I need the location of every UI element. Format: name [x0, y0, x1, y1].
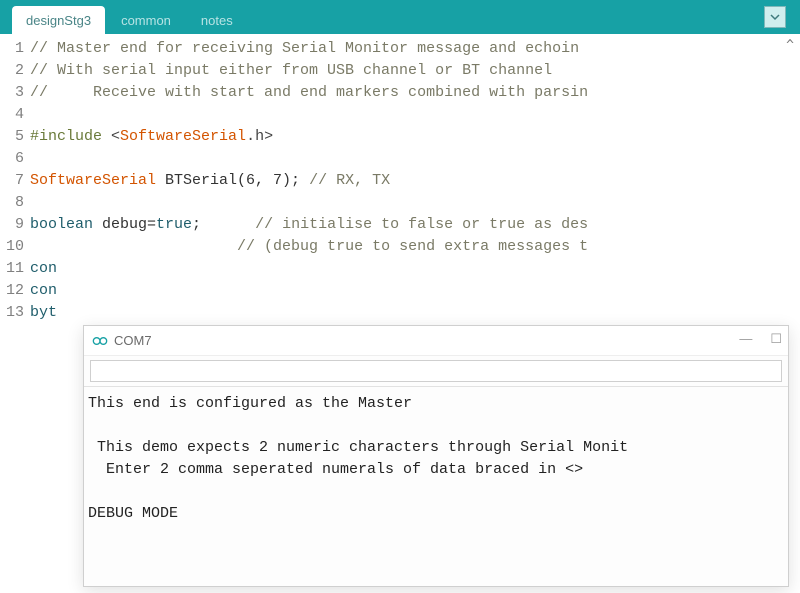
line-number: 8 — [0, 192, 30, 214]
code-line[interactable]: 11con — [0, 258, 800, 280]
line-number: 7 — [0, 170, 30, 192]
line-content[interactable]: boolean debug=true; // initialise to fal… — [30, 214, 588, 236]
line-content[interactable]: SoftwareSerial BTSerial(6, 7); // RX, TX — [30, 170, 390, 192]
code-line[interactable]: 2// With serial input either from USB ch… — [0, 60, 800, 82]
serial-input[interactable] — [90, 360, 782, 382]
tab-bar: designStg3commonnotes — [0, 0, 800, 34]
minimize-button[interactable]: — — [739, 331, 752, 347]
line-number: 12 — [0, 280, 30, 302]
code-line[interactable]: 8 — [0, 192, 800, 214]
line-content[interactable]: #include <SoftwareSerial.h> — [30, 126, 273, 148]
code-line[interactable]: 12con — [0, 280, 800, 302]
line-content[interactable]: // With serial input either from USB cha… — [30, 60, 552, 82]
line-number: 13 — [0, 302, 30, 324]
arduino-icon — [92, 333, 108, 349]
code-line[interactable]: 6 — [0, 148, 800, 170]
serial-titlebar[interactable]: COM7 — ☐ — [84, 326, 788, 356]
code-line[interactable]: 1// Master end for receiving Serial Moni… — [0, 38, 800, 60]
serial-output: This end is configured as the Master Thi… — [84, 386, 788, 525]
line-content[interactable]: // (debug true to send extra messages t — [30, 236, 588, 258]
code-line[interactable]: 5#include <SoftwareSerial.h> — [0, 126, 800, 148]
line-number: 4 — [0, 104, 30, 126]
line-number: 9 — [0, 214, 30, 236]
line-number: 5 — [0, 126, 30, 148]
tab-common[interactable]: common — [107, 6, 185, 34]
tab-menu-dropdown[interactable] — [764, 6, 786, 28]
code-line[interactable]: 13byt — [0, 302, 800, 324]
line-number: 3 — [0, 82, 30, 104]
code-line[interactable]: 9boolean debug=true; // initialise to fa… — [0, 214, 800, 236]
line-number: 2 — [0, 60, 30, 82]
chevron-down-icon — [770, 12, 780, 22]
serial-monitor-window: COM7 — ☐ This end is configured as the M… — [83, 325, 789, 587]
line-content[interactable]: con — [30, 258, 57, 280]
line-number: 1 — [0, 38, 30, 60]
code-line[interactable]: 10 // (debug true to send extra messages… — [0, 236, 800, 258]
code-area[interactable]: 1// Master end for receiving Serial Moni… — [0, 34, 800, 324]
line-number: 6 — [0, 148, 30, 170]
line-content[interactable]: con — [30, 280, 57, 302]
code-line[interactable]: 4 — [0, 104, 800, 126]
serial-input-row — [84, 356, 788, 386]
tab-notes[interactable]: notes — [187, 6, 247, 34]
line-content[interactable]: byt — [30, 302, 57, 324]
maximize-button[interactable]: ☐ — [770, 331, 782, 347]
line-content[interactable]: // Master end for receiving Serial Monit… — [30, 38, 579, 60]
code-line[interactable]: 3// Receive with start and end markers c… — [0, 82, 800, 104]
serial-title: COM7 — [114, 333, 152, 348]
tab-designStg3[interactable]: designStg3 — [12, 6, 105, 34]
code-line[interactable]: 7SoftwareSerial BTSerial(6, 7); // RX, T… — [0, 170, 800, 192]
line-number: 11 — [0, 258, 30, 280]
line-content[interactable]: // Receive with start and end markers co… — [30, 82, 588, 104]
line-number: 10 — [0, 236, 30, 258]
